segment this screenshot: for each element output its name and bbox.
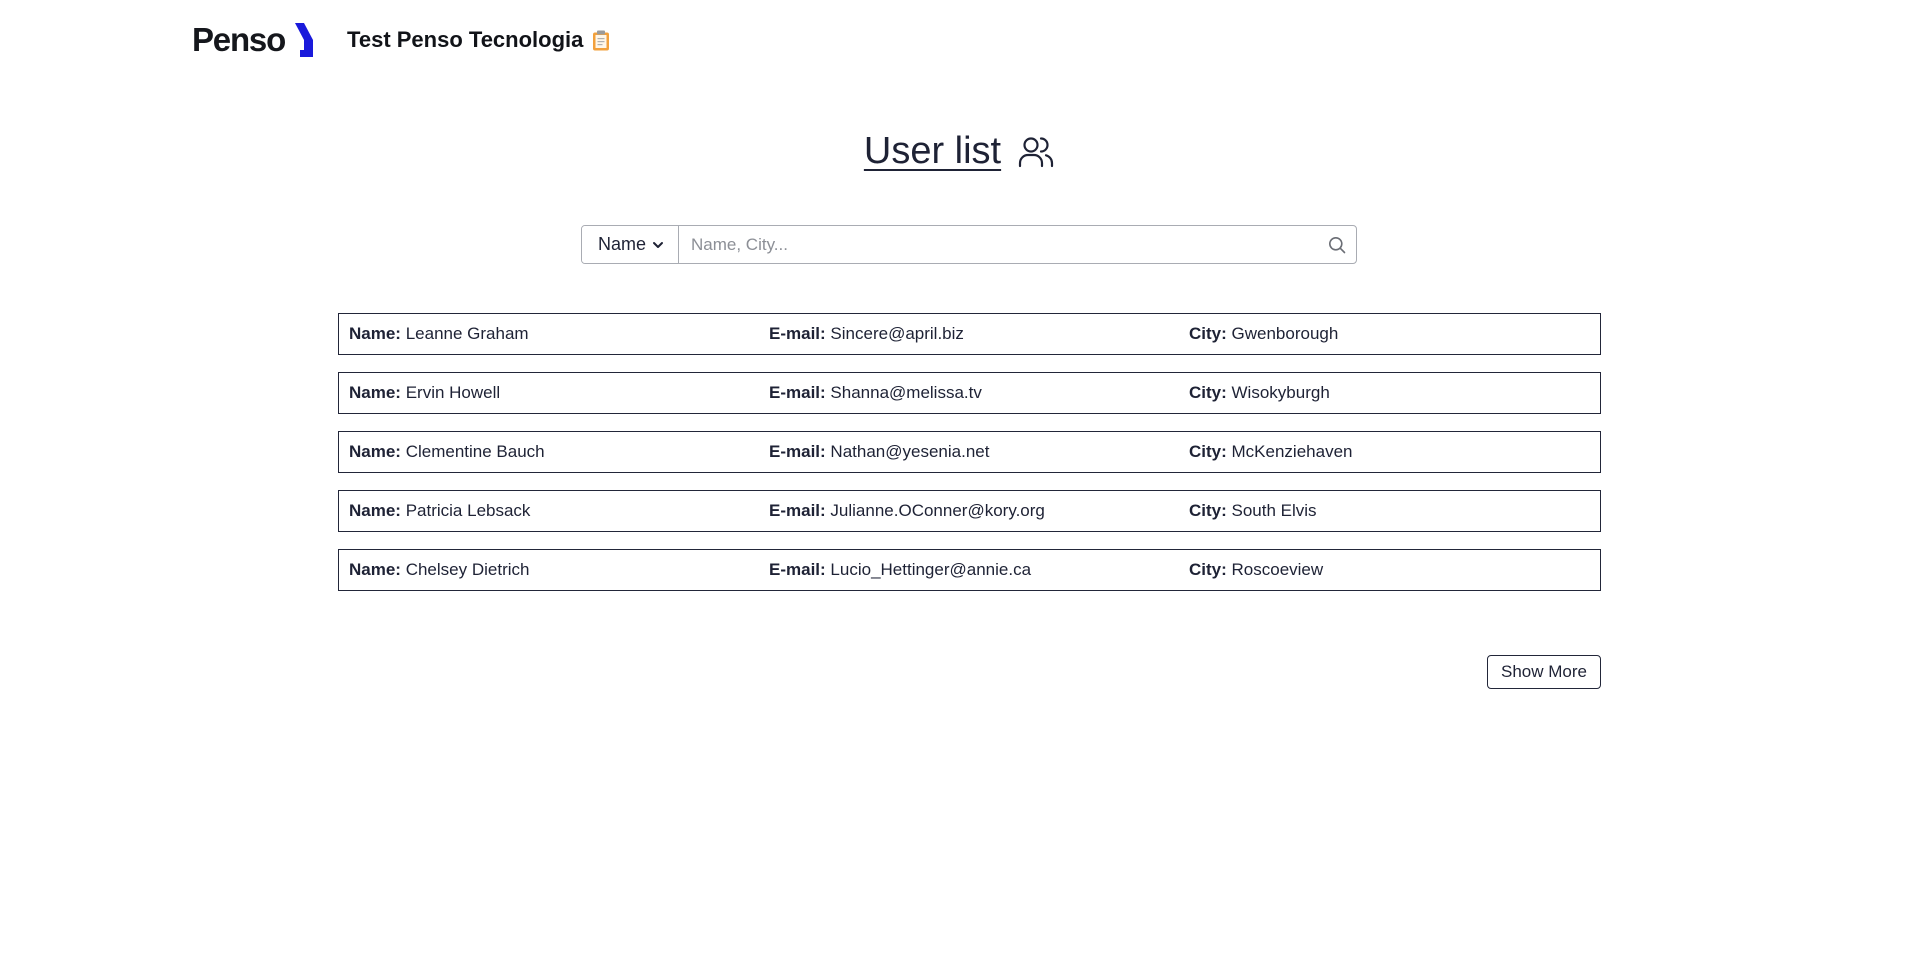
user-email: Lucio_Hettinger@annie.ca bbox=[830, 560, 1032, 579]
header-title-group: Test Penso Tecnologia bbox=[347, 27, 610, 53]
user-name: Leanne Graham bbox=[405, 324, 529, 343]
search-input[interactable] bbox=[679, 226, 1318, 263]
clipboard-icon bbox=[593, 30, 610, 50]
user-row[interactable]: Name: Leanne Graham E-mail: Sincere@apri… bbox=[338, 313, 1601, 355]
user-name-cell: Name: Patricia Lebsack bbox=[349, 501, 530, 521]
user-city: South Elvis bbox=[1231, 501, 1317, 520]
name-label: Name: bbox=[349, 324, 401, 343]
user-list: Name: Leanne Graham E-mail: Sincere@apri… bbox=[338, 313, 1601, 608]
user-email: Shanna@melissa.tv bbox=[830, 383, 982, 402]
user-email-cell: E-mail: Shanna@melissa.tv bbox=[769, 383, 982, 403]
user-email: Sincere@april.biz bbox=[830, 324, 964, 343]
filter-selected-value: Name bbox=[598, 234, 647, 254]
search-bar: Name bbox=[581, 225, 1357, 264]
user-city: McKenziehaven bbox=[1231, 442, 1353, 461]
email-label: E-mail: bbox=[769, 560, 826, 579]
penso-logo[interactable]: Penso bbox=[192, 21, 317, 59]
search-icon[interactable] bbox=[1318, 226, 1356, 263]
user-row[interactable]: Name: Clementine Bauch E-mail: Nathan@ye… bbox=[338, 431, 1601, 473]
user-city-cell: City: Wisokyburgh bbox=[1189, 383, 1330, 403]
show-more-button[interactable]: Show More bbox=[1487, 655, 1601, 689]
email-label: E-mail: bbox=[769, 324, 826, 343]
city-label: City: bbox=[1189, 324, 1227, 343]
name-label: Name: bbox=[349, 442, 401, 461]
logo-text: Penso bbox=[192, 21, 286, 58]
page-title: User list bbox=[863, 130, 1002, 172]
logo-mark-icon bbox=[295, 23, 314, 57]
user-name: Clementine Bauch bbox=[405, 442, 545, 461]
user-name-cell: Name: Clementine Bauch bbox=[349, 442, 545, 462]
city-label: City: bbox=[1189, 383, 1227, 402]
email-label: E-mail: bbox=[769, 383, 826, 402]
page-title-group: User list bbox=[0, 130, 1919, 173]
email-label: E-mail: bbox=[769, 501, 826, 520]
user-name: Patricia Lebsack bbox=[405, 501, 531, 520]
filter-select[interactable]: Name bbox=[582, 226, 679, 263]
user-city-cell: City: South Elvis bbox=[1189, 501, 1317, 521]
user-row[interactable]: Name: Patricia Lebsack E-mail: Julianne.… bbox=[338, 490, 1601, 532]
city-label: City: bbox=[1189, 560, 1227, 579]
user-email-cell: E-mail: Nathan@yesenia.net bbox=[769, 442, 989, 462]
user-name: Ervin Howell bbox=[405, 383, 501, 402]
user-city: Wisokyburgh bbox=[1231, 383, 1330, 402]
city-label: City: bbox=[1189, 501, 1227, 520]
header-title: Test Penso Tecnologia bbox=[347, 27, 584, 52]
user-name-cell: Name: Chelsey Dietrich bbox=[349, 560, 529, 580]
user-email-cell: E-mail: Lucio_Hettinger@annie.ca bbox=[769, 560, 1031, 580]
user-name: Chelsey Dietrich bbox=[405, 560, 530, 579]
user-email-cell: E-mail: Sincere@april.biz bbox=[769, 324, 964, 344]
user-city-cell: City: McKenziehaven bbox=[1189, 442, 1352, 462]
user-city-cell: City: Roscoeview bbox=[1189, 560, 1323, 580]
user-name-cell: Name: Ervin Howell bbox=[349, 383, 500, 403]
email-label: E-mail: bbox=[769, 442, 826, 461]
user-row[interactable]: Name: Chelsey Dietrich E-mail: Lucio_Het… bbox=[338, 549, 1601, 591]
app-header: Penso Test Penso Tecnologia bbox=[192, 20, 610, 60]
user-city: Gwenborough bbox=[1231, 324, 1339, 343]
city-label: City: bbox=[1189, 442, 1227, 461]
user-row[interactable]: Name: Ervin Howell E-mail: Shanna@meliss… bbox=[338, 372, 1601, 414]
name-label: Name: bbox=[349, 501, 401, 520]
name-label: Name: bbox=[349, 560, 401, 579]
user-name-cell: Name: Leanne Graham bbox=[349, 324, 529, 344]
user-email-cell: E-mail: Julianne.OConner@kory.org bbox=[769, 501, 1045, 521]
users-icon bbox=[1019, 136, 1054, 167]
chevron-down-icon bbox=[653, 241, 664, 248]
name-label: Name: bbox=[349, 383, 401, 402]
user-email: Nathan@yesenia.net bbox=[830, 442, 990, 461]
user-city-cell: City: Gwenborough bbox=[1189, 324, 1338, 344]
user-city: Roscoeview bbox=[1231, 560, 1324, 579]
user-email: Julianne.OConner@kory.org bbox=[830, 501, 1045, 520]
